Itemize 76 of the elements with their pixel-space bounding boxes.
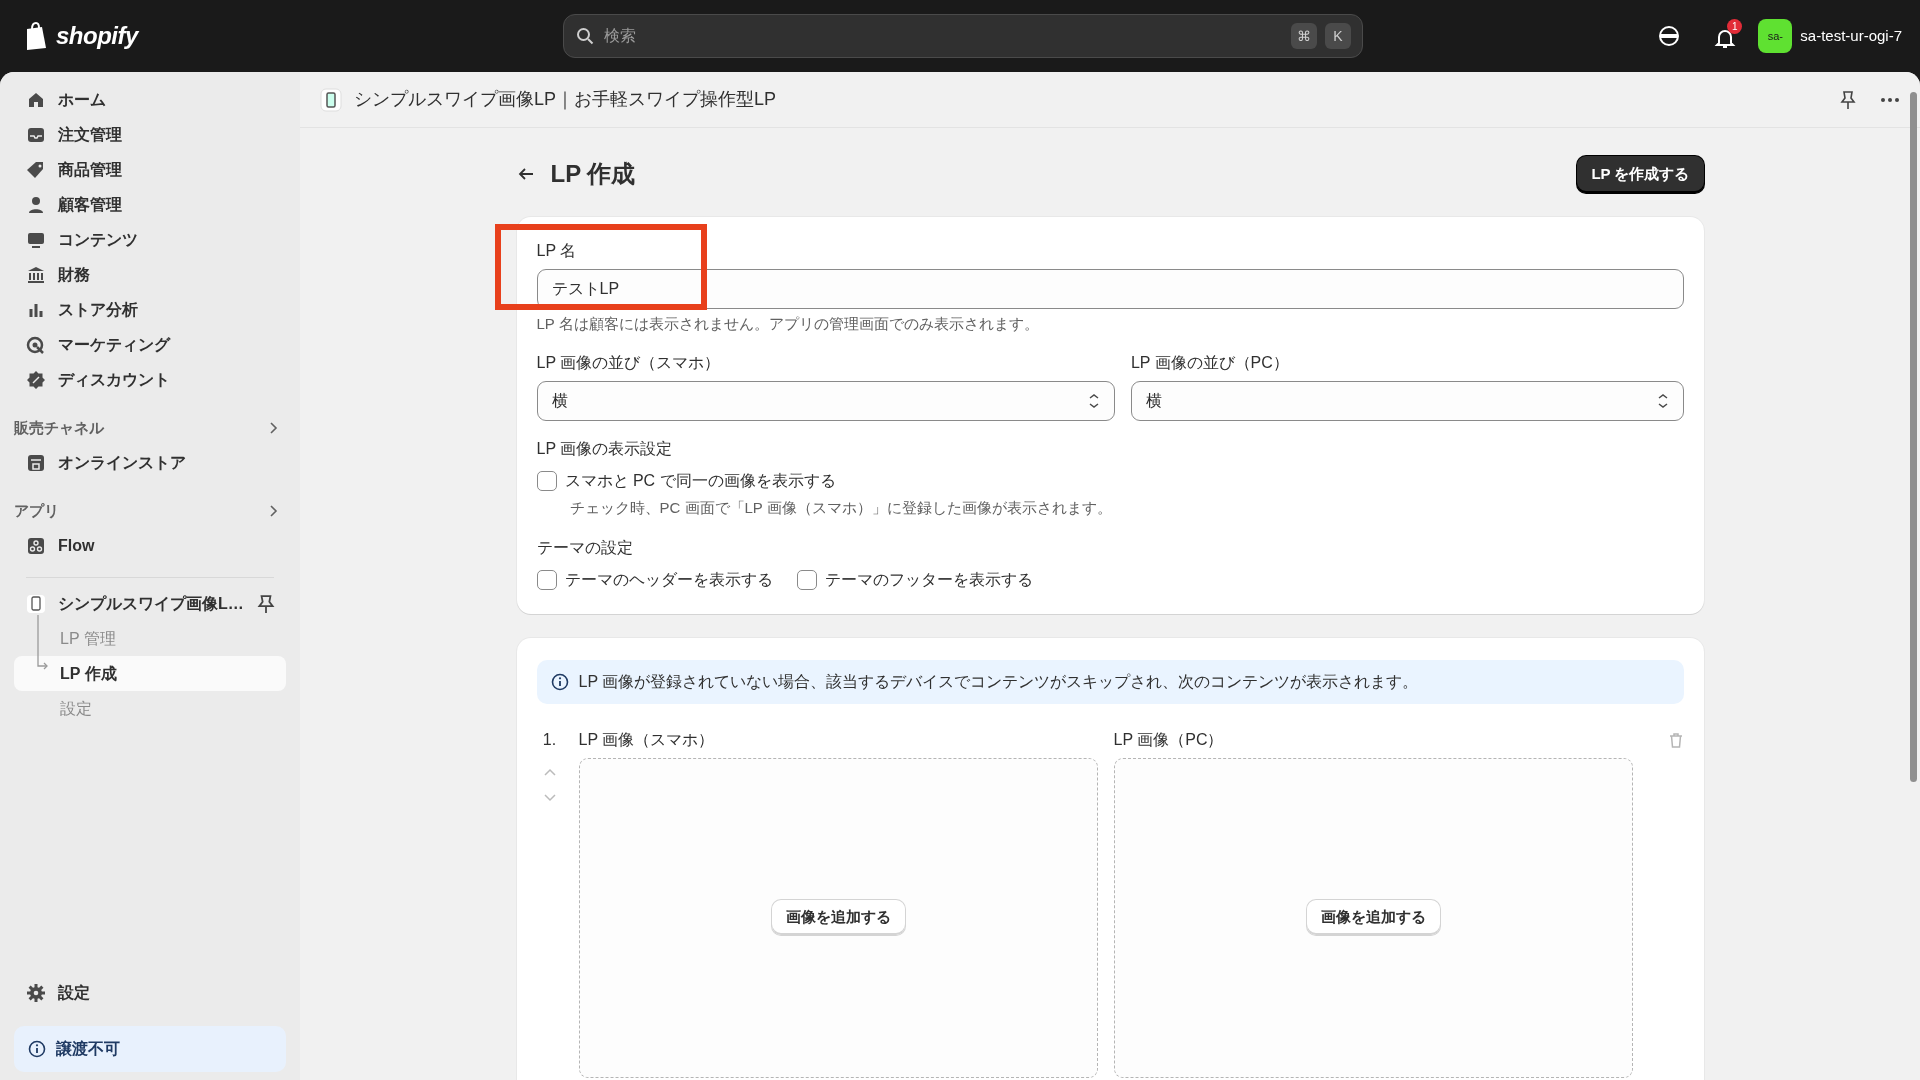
select-field[interactable]: 横 bbox=[536, 381, 1115, 421]
logo[interactable]: shopify bbox=[56, 18, 138, 54]
field-label: LP 画像の並び（PC） bbox=[1130, 353, 1290, 373]
nav-item[interactable]: マーケティング bbox=[14, 327, 286, 362]
checkbox-label: スマホと PC で同一の画像を表示する bbox=[564, 471, 836, 491]
nav-item[interactable]: 商品管理 bbox=[14, 152, 286, 187]
up-down-chevron-icon bbox=[1087, 393, 1100, 409]
checkbox[interactable] bbox=[796, 569, 817, 590]
help-text: LP 名は顧客には表示されません。アプリの管理画面でのみ表示されます。 bbox=[536, 313, 1040, 334]
pin-icon[interactable] bbox=[255, 593, 276, 614]
info-icon bbox=[550, 672, 569, 691]
page-title: LP 作成 bbox=[550, 159, 636, 190]
checkbox-label: テーマのヘッダーを表示する bbox=[564, 569, 773, 590]
select-value: 横 bbox=[551, 391, 568, 411]
pin-icon[interactable] bbox=[1840, 89, 1856, 110]
help-text: チェック時、PC 画面で「LP 画像（スマホ）」に登録した画像が表示されます。 bbox=[568, 498, 1112, 518]
select-field[interactable]: 横 bbox=[1130, 381, 1684, 421]
nav-item[interactable]: 顧客管理 bbox=[14, 187, 286, 222]
badge-icon bbox=[26, 369, 46, 390]
shopping-bag-icon bbox=[24, 22, 48, 50]
scrollbar[interactable] bbox=[1910, 92, 1917, 782]
phone-icon bbox=[26, 593, 46, 614]
image-drop-zone[interactable]: 画像を追加する bbox=[1113, 757, 1633, 1078]
slot-label: LP 画像（スマホ） bbox=[578, 729, 716, 750]
shortcut-key: ⌘ bbox=[1291, 23, 1317, 49]
tree-connector bbox=[37, 615, 49, 670]
field-label: LP 画像の並び（スマホ） bbox=[536, 353, 722, 373]
checkbox-label: テーマのフッターを表示する bbox=[824, 569, 1033, 590]
nav-item[interactable]: 財務 bbox=[14, 257, 286, 292]
info-icon bbox=[28, 1040, 46, 1058]
nav-item[interactable]: ホーム bbox=[14, 82, 286, 117]
notice-text: 譲渡不可 bbox=[56, 1039, 120, 1059]
nav-item[interactable]: 設定 bbox=[14, 975, 286, 1010]
store-icon bbox=[26, 452, 46, 473]
nav-item[interactable]: ストア分析 bbox=[14, 292, 286, 327]
person-icon bbox=[26, 194, 46, 215]
section-label: テーマの設定 bbox=[536, 537, 634, 558]
app-name: シンプルスワイプ画像L… bbox=[58, 593, 244, 614]
nav-item[interactable]: 注文管理 bbox=[14, 117, 286, 152]
chevron-right-icon[interactable] bbox=[269, 504, 278, 518]
nav-item[interactable]: シンプルスワイプ画像L… bbox=[14, 586, 286, 621]
image-drop-zone[interactable]: 画像を追加する bbox=[578, 757, 1098, 1078]
checkbox[interactable] bbox=[536, 569, 557, 590]
app-title: シンプルスワイプ画像LP｜お手軽スワイプ操作型LP bbox=[354, 88, 777, 112]
bank-icon bbox=[26, 264, 46, 285]
add-image-button[interactable]: 画像を追加する bbox=[1306, 900, 1440, 935]
shortcut-key: K bbox=[1325, 23, 1351, 49]
select-value: 横 bbox=[1145, 391, 1162, 411]
nav-item[interactable]: Flow bbox=[14, 528, 286, 563]
tag-icon bbox=[26, 159, 46, 180]
chevron-right-icon[interactable] bbox=[269, 421, 278, 435]
nav-item[interactable]: オンラインストア bbox=[14, 445, 286, 480]
notification-badge: 1 bbox=[1727, 19, 1743, 34]
field-label: LP 名 bbox=[536, 240, 578, 261]
name-input-field[interactable]: テストLP bbox=[536, 268, 1684, 309]
section-heading[interactable]: アプリ bbox=[14, 499, 59, 523]
checkbox[interactable] bbox=[536, 471, 557, 491]
store-avatar[interactable]: sa- bbox=[1758, 19, 1793, 53]
phone-icon bbox=[320, 87, 342, 112]
info-text: LP 画像が登録されていない場合、該当するデバイスでコンテンツがスキップされ、次のコンテンツが表示されます。 bbox=[578, 671, 1419, 692]
more-icon[interactable] bbox=[1880, 96, 1900, 103]
slot-label: LP 画像（PC） bbox=[1113, 729, 1225, 750]
add-image-button[interactable]: 画像を追加する bbox=[771, 900, 905, 935]
sub-nav-item[interactable]: LP 作成 bbox=[14, 656, 286, 691]
nav-item[interactable]: コンテンツ bbox=[14, 222, 286, 257]
section-label: LP 画像の表示設定 bbox=[536, 439, 674, 459]
nodes-icon bbox=[26, 535, 46, 556]
target-icon bbox=[26, 334, 46, 355]
create-lp-button[interactable]: LP を作成する bbox=[1577, 156, 1704, 193]
section-heading[interactable]: 販売チャネル bbox=[14, 416, 104, 440]
row-number: 1. bbox=[542, 729, 557, 750]
search-icon bbox=[576, 27, 594, 45]
nav-item[interactable]: ディスカウント bbox=[14, 362, 286, 397]
up-down-chevron-icon bbox=[1656, 393, 1669, 409]
gear-icon bbox=[26, 982, 46, 1003]
store-name[interactable]: sa-test-ur-ogi-7 bbox=[1800, 24, 1902, 48]
